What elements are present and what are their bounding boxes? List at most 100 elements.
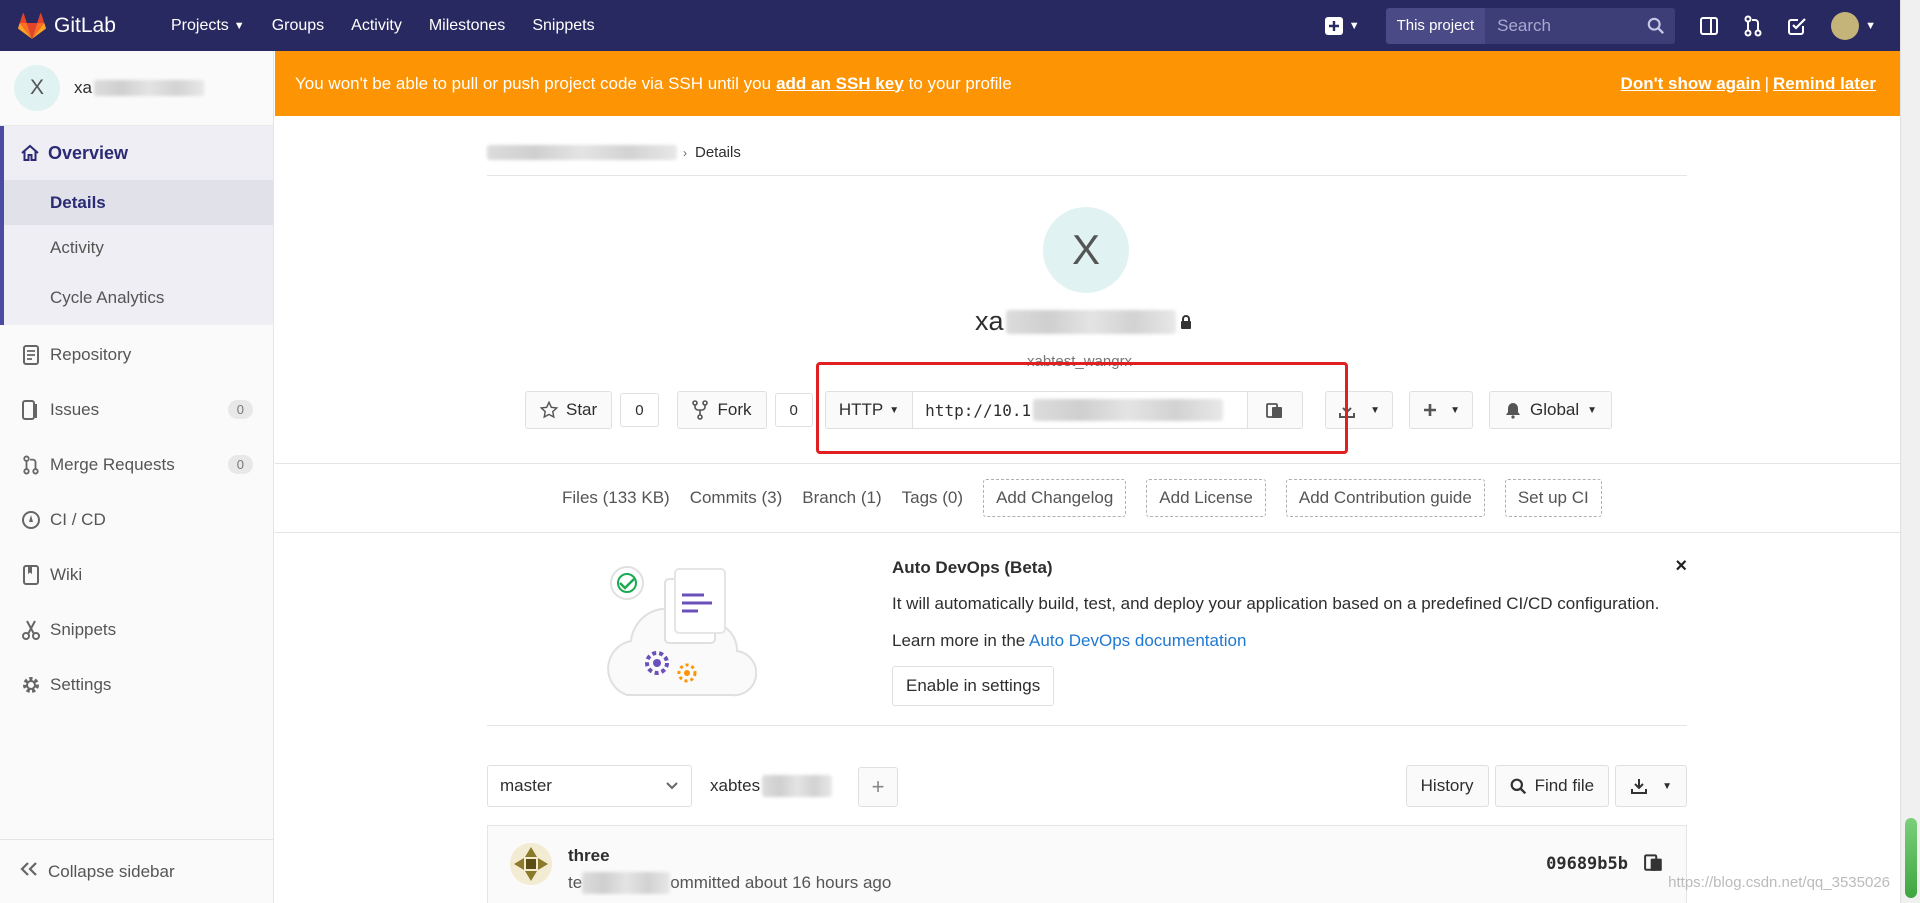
doc-icon (20, 344, 42, 365)
add-ssh-key-link[interactable]: add an SSH key (776, 74, 904, 94)
sidebar-item-overview[interactable]: Overview (4, 126, 273, 180)
todo-check-icon[interactable] (1787, 16, 1807, 36)
annotation-highlight-box (816, 362, 1348, 454)
nav-activity[interactable]: Activity (351, 17, 402, 35)
notification-dropdown[interactable]: Global ▼ (1488, 391, 1613, 429)
sidebar-toggle-icon[interactable] (1699, 16, 1719, 36)
search-scope[interactable]: This project (1385, 7, 1486, 44)
repository-tree-bar: master xabtes + History Find file ▼ (487, 765, 1687, 807)
search-icon (1510, 778, 1526, 794)
add-changelog-button[interactable]: Add Changelog (983, 479, 1127, 517)
chevron-down-icon (666, 782, 678, 790)
repo-path: xabtes (710, 775, 833, 797)
fork-icon (691, 400, 708, 420)
nav-groups[interactable]: Groups (272, 17, 324, 35)
star-count[interactable]: 0 (620, 393, 659, 427)
project-avatar-large: X (1043, 207, 1129, 293)
merge-requests-count-badge: 0 (227, 455, 253, 474)
issues-count-badge: 0 (227, 400, 253, 419)
find-file-button[interactable]: Find file (1494, 765, 1610, 807)
chevron-down-icon: ▼ (1348, 19, 1360, 32)
enable-in-settings-button[interactable]: Enable in settings (892, 666, 1055, 706)
sidebar-item-repository[interactable]: Repository (0, 327, 273, 382)
redacted-text (762, 775, 833, 797)
page-scrollbar[interactable] (1900, 0, 1920, 903)
merge-request-icon[interactable] (1743, 15, 1763, 37)
nav-links: Projects ▼ Groups Activity Milestones Sni… (171, 17, 622, 35)
breadcrumb-redacted[interactable] (487, 145, 677, 160)
sidebar-item-merge-requests[interactable]: Merge Requests 0 (0, 437, 273, 492)
clipboard-icon (1644, 854, 1662, 871)
plus-square-icon (1324, 16, 1343, 35)
merge-request-icon (20, 454, 42, 476)
user-menu[interactable]: ▼ (1831, 11, 1876, 40)
stat-branch[interactable]: Branch (1) (802, 488, 881, 508)
nav-snippets[interactable]: Snippets (532, 17, 594, 35)
sidebar-item-issues[interactable]: Issues 0 (0, 382, 273, 437)
chevron-down-icon: ▼ (233, 19, 245, 32)
copy-sha-button[interactable] (1644, 852, 1664, 877)
collapse-sidebar-button[interactable]: Collapse sidebar (0, 839, 273, 903)
sidebar-item-snippets[interactable]: Snippets (0, 602, 273, 657)
add-to-tree-button[interactable]: + (858, 767, 898, 807)
add-contribution-guide-button[interactable]: Add Contribution guide (1285, 479, 1485, 517)
project-stats-bar: Files (133 KB) Commits (3) Branch (1) Ta… (275, 463, 1900, 533)
search-icon (1647, 17, 1665, 34)
sidebar-subitem-cycle-analytics[interactable]: Cycle Analytics (4, 270, 273, 325)
page-title: xa (975, 306, 1192, 337)
fork-count[interactable]: 0 (774, 393, 813, 427)
add-dropdown[interactable]: ▼ (1409, 391, 1473, 429)
sidebar-subitem-activity[interactable]: Activity (4, 225, 273, 270)
book-icon (20, 564, 42, 585)
download-source-dropdown[interactable]: ▼ (1615, 765, 1687, 807)
project-avatar: X (14, 65, 60, 111)
redacted-text (1005, 309, 1176, 334)
sidebar-group-overview: Overview Details Activity Cycle Analytic… (0, 126, 273, 325)
stat-commits[interactable]: Commits (3) (690, 488, 783, 508)
chevron-down-icon: ▼ (1587, 404, 1598, 416)
double-chevron-left-icon (20, 861, 38, 882)
commit-sha[interactable]: 09689b5b (1546, 854, 1628, 874)
star-button[interactable]: Star (525, 391, 613, 429)
remind-later-link[interactable]: Remind later (1773, 74, 1876, 94)
stat-tags[interactable]: Tags (0) (902, 488, 963, 508)
tree-actions: History Find file ▼ (1400, 765, 1687, 807)
sidebar-item-ci-cd[interactable]: CI / CD (0, 492, 273, 547)
stat-files[interactable]: Files (133 KB) (562, 488, 670, 508)
history-button[interactable]: History (1405, 765, 1489, 807)
stats-links: Files (133 KB) Commits (3) Branch (1) Ta… (562, 479, 1622, 517)
dont-show-again-link[interactable]: Don't show again (1621, 74, 1761, 94)
download-icon (1631, 779, 1648, 794)
avatar (1831, 11, 1860, 40)
new-item-dropdown[interactable]: ▼ (1323, 16, 1360, 36)
sidebar-item-wiki[interactable]: Wiki (0, 547, 273, 602)
tanuki-icon (18, 12, 46, 39)
scrollbar-thumb[interactable] (1905, 818, 1917, 898)
avatar[interactable] (510, 843, 552, 885)
last-commit: three te ommitted about 16 hours ago 096… (487, 825, 1687, 903)
ssh-key-alert: You won't be able to pull or push projec… (275, 51, 1900, 116)
set-up-ci-button[interactable]: Set up CI (1504, 479, 1602, 517)
sidebar-project-header[interactable]: X xa (0, 51, 273, 126)
chevron-down-icon: ▼ (1865, 19, 1876, 32)
breadcrumb: › Details (487, 130, 1687, 176)
issues-icon (20, 399, 42, 420)
commit-title[interactable]: three (568, 846, 610, 866)
add-license-button[interactable]: Add License (1146, 479, 1266, 517)
redacted-text (582, 872, 671, 894)
sidebar-subitem-details[interactable]: Details (4, 180, 273, 225)
gitlab-logo[interactable]: GitLab (18, 12, 163, 39)
close-icon[interactable]: × (1675, 555, 1687, 578)
top-navbar: GitLab Projects ▼ Groups Activity Milesto… (0, 0, 1900, 51)
devops-doc-link[interactable]: Auto DevOps documentation (1029, 631, 1246, 650)
watermark: https://blog.csdn.net/qq_3535026 (1668, 874, 1890, 891)
sidebar-item-settings[interactable]: Settings (0, 657, 273, 712)
search-input[interactable]: Search (1485, 7, 1676, 44)
branch-select[interactable]: master (487, 765, 692, 807)
logo-text: GitLab (54, 13, 116, 37)
scissors-icon (20, 620, 42, 640)
nav-projects[interactable]: Projects ▼ (171, 17, 245, 35)
nav-milestones[interactable]: Milestones (429, 17, 505, 35)
commit-meta: te ommitted about 16 hours ago (568, 872, 892, 894)
fork-button[interactable]: Fork (676, 391, 767, 429)
